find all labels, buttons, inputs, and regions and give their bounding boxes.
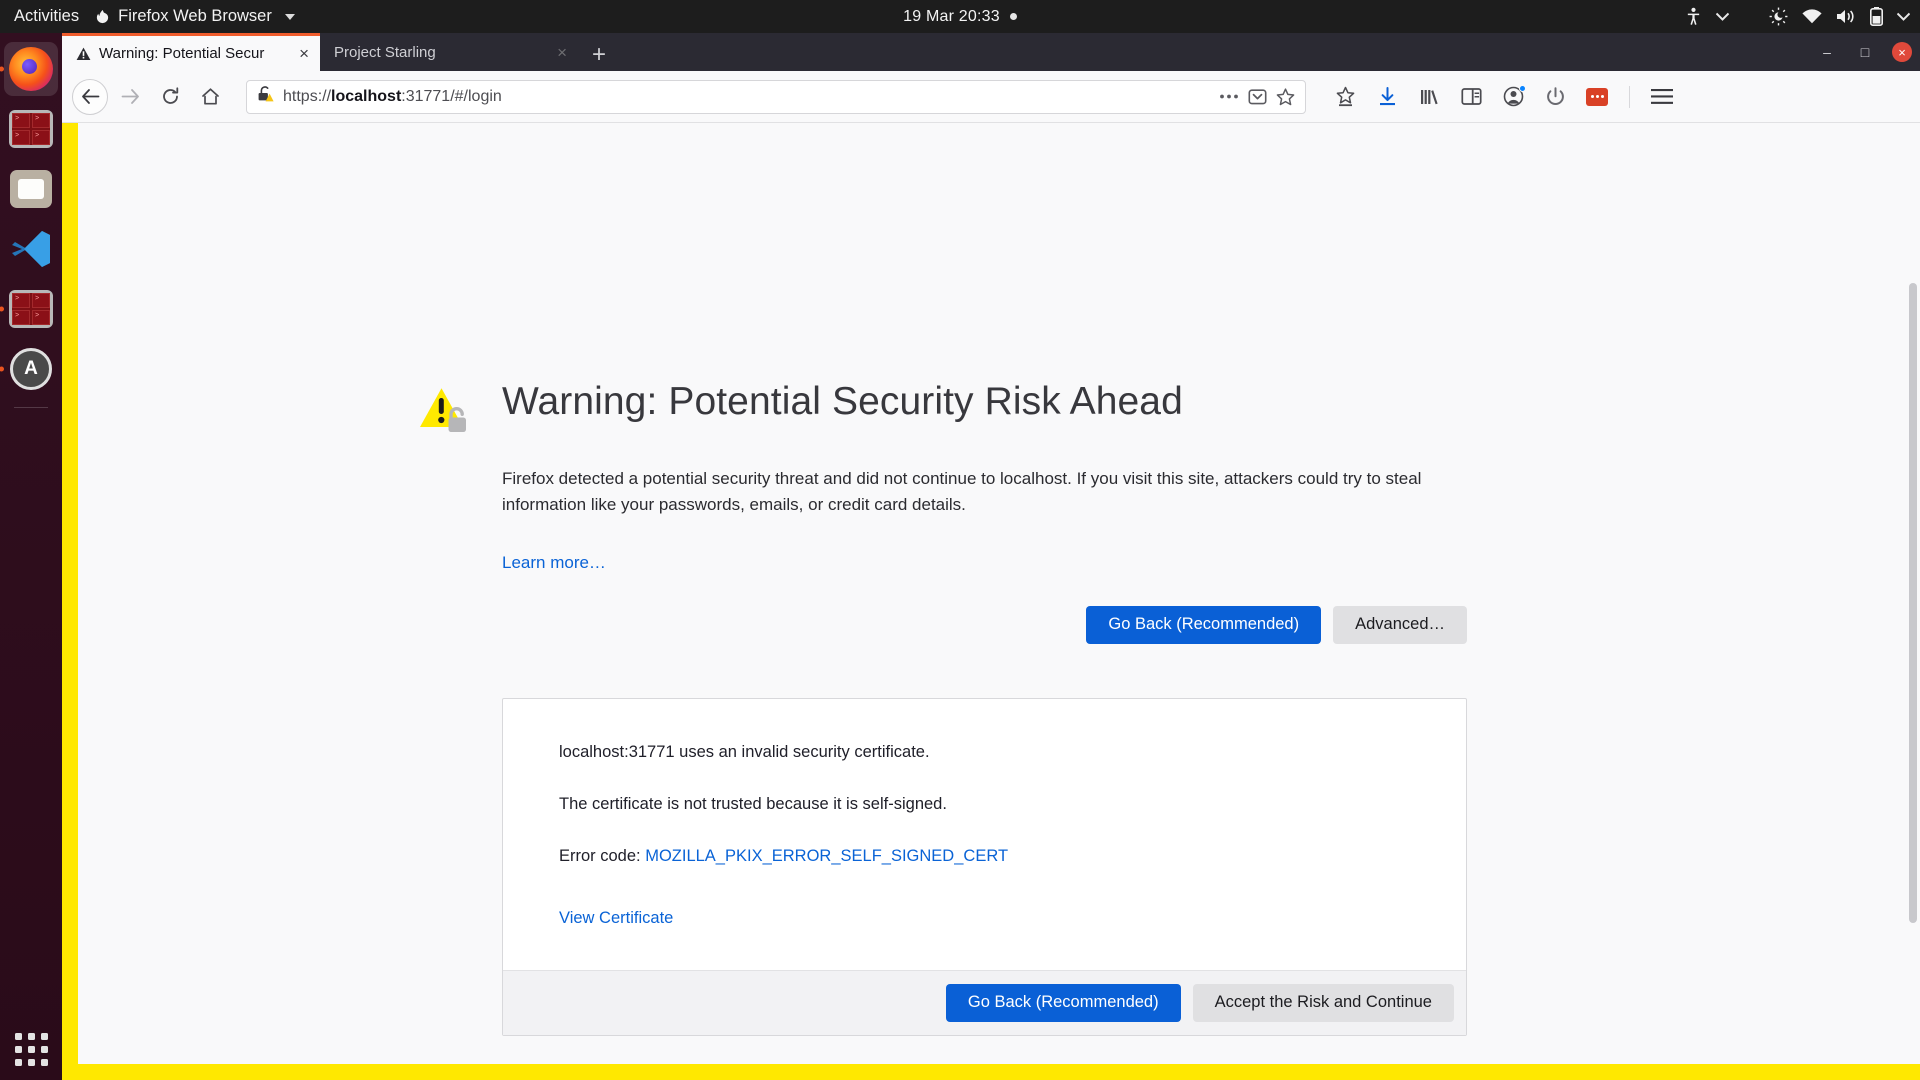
- error-code-value[interactable]: MOZILLA_PKIX_ERROR_SELF_SIGNED_CERT: [645, 847, 1008, 865]
- chevron-down-icon: [284, 13, 295, 20]
- downloads-icon[interactable]: [1372, 82, 1402, 112]
- maximize-button[interactable]: □: [1854, 41, 1876, 63]
- close-window-button[interactable]: ×: [1892, 42, 1912, 62]
- firefox-icon: [9, 47, 53, 91]
- minimize-button[interactable]: –: [1816, 41, 1838, 63]
- notification-dot-icon: [1009, 13, 1017, 20]
- url-text: https://localhost:31771/#/login: [283, 87, 502, 105]
- dock-item-terminal-2[interactable]: [0, 282, 58, 336]
- cert-untrusted-text: The certificate is not trusted because i…: [559, 794, 947, 813]
- new-tab-button[interactable]: +: [578, 43, 620, 71]
- content-area: Warning: Potential Security Risk Ahead F…: [62, 123, 1920, 1080]
- navigation-toolbar: https://localhost:31771/#/login: [62, 71, 1920, 123]
- tab-title: Warning: Potential Secur: [99, 45, 265, 62]
- gnome-top-bar: Activities Firefox Web Browser 19 Mar 20…: [0, 0, 1920, 33]
- tab-title: Project Starling: [334, 43, 436, 61]
- chevron-down-icon[interactable]: [1716, 12, 1729, 21]
- url-bar[interactable]: https://localhost:31771/#/login: [246, 79, 1306, 114]
- dock-item-firefox[interactable]: [0, 42, 58, 96]
- advanced-button[interactable]: Advanced…: [1333, 605, 1467, 644]
- page-scrollbar[interactable]: [1906, 123, 1920, 1048]
- show-applications-button[interactable]: [0, 1033, 62, 1066]
- firefox-window: Warning: Potential Secur × Project Starl…: [62, 33, 1920, 1080]
- tab-close-button[interactable]: ×: [554, 44, 570, 61]
- dock-item-vscode[interactable]: [4, 222, 58, 276]
- learn-more-link[interactable]: Learn more…: [502, 553, 1920, 573]
- go-back-button-panel[interactable]: Go Back (Recommended): [945, 983, 1181, 1022]
- library-icon[interactable]: [1414, 82, 1444, 112]
- vscode-icon: [10, 229, 52, 269]
- extension-badge-icon[interactable]: [1582, 82, 1612, 112]
- app-menu-label: Firefox Web Browser: [118, 7, 272, 25]
- terminal-icon: [9, 290, 53, 328]
- hamburger-menu-icon[interactable]: [1647, 82, 1677, 112]
- night-light-icon[interactable]: [1769, 7, 1788, 26]
- warning-triangle-icon: [76, 47, 91, 61]
- running-indicator: [0, 306, 4, 312]
- tab-strip: Warning: Potential Secur × Project Starl…: [62, 33, 1920, 71]
- toolbar-divider: [1629, 85, 1630, 108]
- ubuntu-dock: A: [0, 33, 62, 1080]
- ubuntu-software-icon: A: [10, 348, 52, 390]
- accept-risk-button[interactable]: Accept the Risk and Continue: [1192, 983, 1454, 1022]
- system-tray: [1685, 0, 1910, 33]
- advanced-button-row: Go Back (Recommended) Accept the Risk an…: [503, 969, 1466, 1035]
- home-button[interactable]: [192, 79, 228, 115]
- battery-icon[interactable]: [1870, 7, 1883, 26]
- clock-label[interactable]: 19 Mar 20:33: [903, 8, 1000, 26]
- window-controls: – □ ×: [1816, 33, 1912, 71]
- volume-icon[interactable]: [1836, 8, 1856, 25]
- terminal-icon: [9, 110, 53, 148]
- view-certificate-link[interactable]: View Certificate: [559, 909, 1466, 928]
- warning-triangle-padlock-icon: [418, 385, 478, 441]
- advanced-details-panel: localhost:31771 uses an invalid security…: [502, 697, 1467, 1036]
- pocket-icon[interactable]: [1248, 88, 1267, 106]
- sidebar-icon[interactable]: [1456, 82, 1486, 112]
- tab-project-starling[interactable]: Project Starling ×: [320, 33, 578, 71]
- page-title: Warning: Potential Security Risk Ahead: [502, 380, 1183, 423]
- back-button[interactable]: [72, 78, 108, 115]
- wifi-icon[interactable]: [1802, 9, 1822, 24]
- chevron-down-icon[interactable]: [1897, 12, 1910, 21]
- dock-item-files[interactable]: [4, 162, 58, 216]
- toolbar-right: [1324, 82, 1677, 112]
- dock-item-terminal[interactable]: [4, 102, 58, 156]
- dock-divider: [14, 407, 48, 408]
- accessibility-icon[interactable]: [1685, 7, 1702, 26]
- activities-button[interactable]: Activities: [0, 7, 95, 26]
- ellipsis-icon[interactable]: [1219, 93, 1239, 100]
- tab-close-button[interactable]: ×: [296, 45, 312, 62]
- app-menu-button[interactable]: Firefox Web Browser: [95, 7, 295, 26]
- power-icon[interactable]: [1540, 82, 1570, 112]
- error-page: Warning: Potential Security Risk Ahead F…: [78, 123, 1920, 1064]
- tab-warning-potential-security[interactable]: Warning: Potential Secur ×: [62, 33, 320, 71]
- error-code-label: Error code:: [559, 846, 646, 865]
- error-description: Firefox detected a potential security th…: [502, 469, 1422, 514]
- account-notification-dot: [1519, 84, 1526, 92]
- broken-lock-warning-icon[interactable]: [257, 85, 274, 108]
- url-host: localhost: [331, 87, 402, 105]
- scrollbar-thumb[interactable]: [1909, 283, 1917, 923]
- url-path: :31771/#/login: [401, 87, 502, 105]
- cert-invalid-text: localhost:31771 uses an invalid security…: [559, 742, 930, 761]
- apps-grid-icon: [14, 1033, 48, 1066]
- running-indicator: [0, 366, 4, 372]
- account-icon[interactable]: [1498, 82, 1528, 112]
- go-back-button[interactable]: Go Back (Recommended): [1086, 605, 1322, 644]
- save-to-pocket-icon[interactable]: [1330, 82, 1360, 112]
- forward-button[interactable]: [112, 79, 148, 115]
- error-header: Warning: Potential Security Risk Ahead: [418, 373, 1920, 441]
- dock-item-ubuntu-software[interactable]: A: [0, 342, 58, 396]
- firefox-icon: [95, 9, 110, 24]
- star-icon[interactable]: [1276, 87, 1295, 106]
- error-code-row: Error code: MOZILLA_PKIX_ERROR_SELF_SIGN…: [559, 845, 1466, 868]
- folder-icon: [10, 170, 52, 208]
- running-indicator: [0, 66, 4, 72]
- primary-button-row: Go Back (Recommended) Advanced…: [502, 605, 1467, 644]
- reload-button[interactable]: [152, 79, 188, 115]
